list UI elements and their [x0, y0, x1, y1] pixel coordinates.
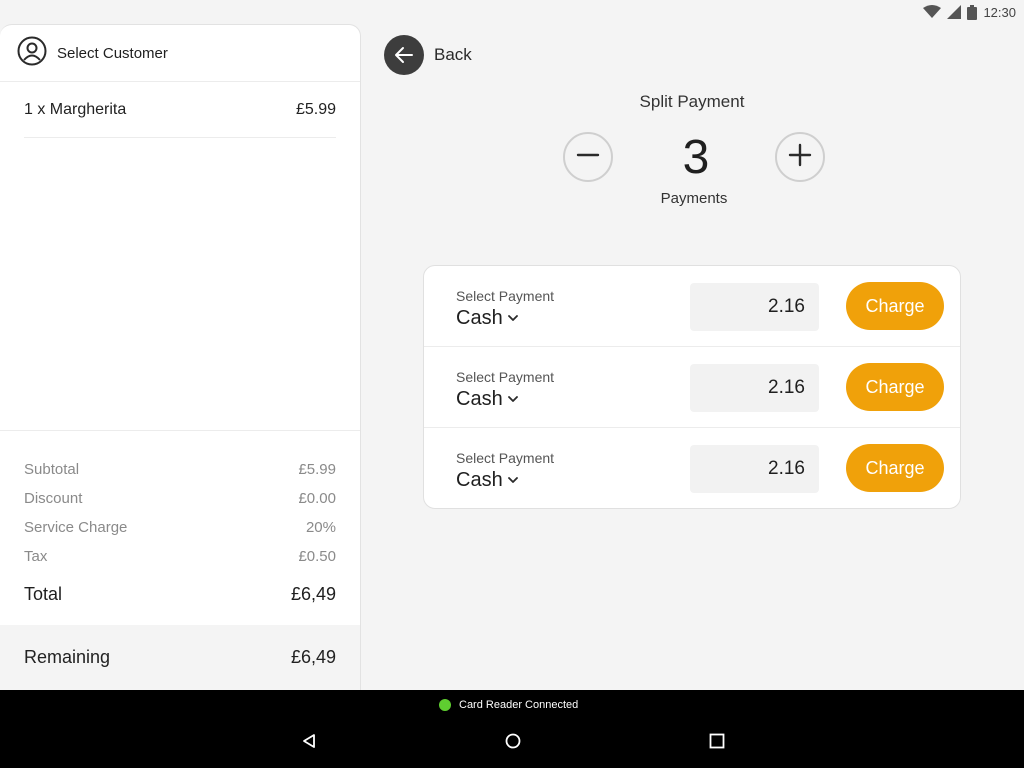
minus-icon: [576, 143, 600, 172]
payment-method-value: Cash: [456, 307, 503, 329]
chevron-down-icon: [507, 306, 519, 330]
chevron-down-icon: [507, 468, 519, 492]
subtotal-value: £5.99: [298, 461, 336, 478]
status-dot-icon: [439, 699, 451, 711]
select-customer-label: Select Customer: [57, 44, 168, 62]
payments-list: Select Payment Cash 2.16 Charge Select P…: [423, 265, 961, 509]
service-charge-label: Service Charge: [24, 519, 128, 536]
payment-method-value: Cash: [456, 469, 503, 491]
signal-icon: [947, 5, 962, 19]
payment-method-caption: Select Payment: [456, 369, 555, 385]
totals-section: Subtotal £5.99 Discount £0.00 Service Ch…: [0, 430, 360, 626]
nav-home-button[interactable]: [505, 733, 521, 754]
payment-row: Select Payment Cash 2.16 Charge: [424, 347, 960, 428]
plus-icon: [788, 143, 812, 172]
status-time: 12:30: [983, 4, 1016, 20]
decrease-payments-button[interactable]: [563, 132, 613, 182]
back-button[interactable]: Back: [384, 35, 472, 75]
charge-button[interactable]: Charge: [846, 363, 944, 411]
discount-row: Discount £0.00: [24, 484, 336, 513]
payment-amount-input[interactable]: 2.16: [690, 283, 819, 331]
user-circle-icon: [17, 36, 47, 71]
charge-button[interactable]: Charge: [846, 282, 944, 330]
select-customer-button[interactable]: Select Customer: [0, 25, 360, 82]
discount-value: £0.00: [298, 490, 336, 507]
remaining-row: Remaining £6,49: [0, 625, 360, 690]
back-label: Back: [434, 45, 472, 64]
order-item-name: 1 x Margherita: [24, 100, 127, 118]
order-item-price: £5.99: [295, 100, 336, 118]
payment-method-select[interactable]: Select Payment Cash: [456, 288, 554, 330]
payment-method-caption: Select Payment: [456, 450, 555, 466]
payment-method-select[interactable]: Select Payment Cash: [456, 369, 554, 411]
square-recents-icon: [709, 733, 725, 753]
nav-recents-button[interactable]: [709, 733, 725, 754]
payments-count-label: Payments: [660, 190, 728, 207]
card-reader-status: Card Reader Connected: [439, 699, 578, 711]
nav-back-button[interactable]: [301, 733, 317, 754]
tax-label: Tax: [24, 548, 48, 565]
payment-method-select[interactable]: Select Payment Cash: [456, 450, 554, 492]
discount-label: Discount: [24, 490, 83, 507]
remaining-label: Remaining: [24, 647, 111, 667]
order-panel: Select Customer 1 x Margherita £5.99 Sub…: [0, 24, 361, 690]
payment-row: Select Payment Cash 2.16 Charge: [424, 266, 960, 347]
payment-method-caption: Select Payment: [456, 288, 555, 304]
split-payment-title: Split Payment: [639, 92, 745, 111]
total-row: Total £6,49: [24, 579, 336, 609]
order-item[interactable]: 1 x Margherita £5.99: [24, 82, 336, 138]
charge-button[interactable]: Charge: [846, 444, 944, 492]
arrow-left-icon: [384, 35, 424, 75]
total-label: Total: [24, 583, 63, 604]
status-bar: 12:30: [824, 0, 1024, 24]
payments-count: 3: [682, 131, 710, 184]
subtotal-row: Subtotal £5.99: [24, 455, 336, 484]
battery-icon: [967, 4, 978, 20]
total-value: £6,49: [290, 583, 336, 604]
service-charge-row: Service Charge 20%: [24, 513, 336, 542]
payment-method-value: Cash: [456, 388, 503, 410]
subtotal-label: Subtotal: [24, 461, 80, 478]
tax-value: £0.50: [298, 548, 336, 565]
payment-row: Select Payment Cash 2.16 Charge: [424, 428, 960, 508]
chevron-down-icon: [507, 387, 519, 411]
wifi-icon: [923, 5, 942, 19]
tax-row: Tax £0.50: [24, 542, 336, 571]
service-charge-value: 20%: [305, 519, 336, 536]
increase-payments-button[interactable]: [775, 132, 825, 182]
circle-home-icon: [505, 733, 521, 753]
system-nav-bar: Card Reader Connected: [0, 690, 1024, 768]
card-reader-status-label: Card Reader Connected: [459, 699, 579, 711]
triangle-back-icon: [301, 734, 317, 753]
payment-amount-input[interactable]: 2.16: [690, 445, 819, 493]
payment-amount-input[interactable]: 2.16: [690, 364, 819, 412]
remaining-value: £6,49: [290, 647, 336, 667]
